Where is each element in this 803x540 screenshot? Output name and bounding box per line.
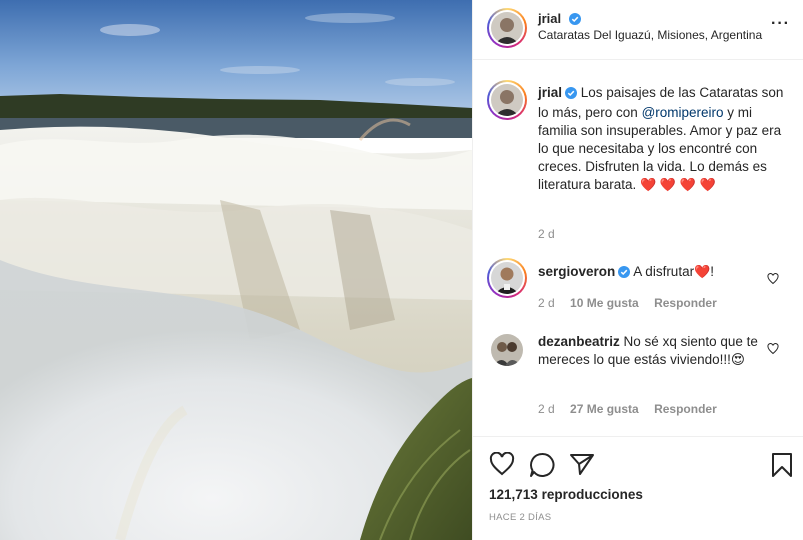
commenter-photo [491,334,523,366]
verified-badge-icon [565,86,578,104]
comment-meta: 2 d 27 Me gusta Responder [538,402,729,416]
comment-text: A disfrutar [633,264,695,279]
paper-plane-icon[interactable] [569,452,595,481]
like-comment-heart-icon[interactable] [767,342,779,360]
comment-likes[interactable]: 27 Me gusta [570,402,639,416]
post-media-video[interactable] [0,0,472,540]
comment-age[interactable]: 2 d [538,296,555,310]
comment-username[interactable]: dezanbeatriz [538,334,620,349]
comment-avatar-sergioveron[interactable] [487,258,527,298]
verified-badge-icon [618,265,631,283]
comment-emoji: 😍 [730,352,745,367]
author-avatar[interactable] [487,8,527,48]
post-timestamp[interactable]: HACE 2 DÍAS [489,512,551,523]
comment-age[interactable]: 2 d [538,402,555,416]
heart-icon[interactable] [489,451,515,481]
caption-meta: 2 d [538,227,567,241]
author-photo [491,12,523,44]
post-side-panel: jrial Cataratas Del Iguazú, Misiones, Ar… [472,0,803,540]
post-caption: jrial Los paisajes de las Cataratas son … [538,84,790,194]
views-label: reproducciones [541,487,643,502]
caption-username[interactable]: jrial [538,85,562,100]
waterfall-image [0,0,472,540]
like-comment-heart-icon[interactable] [767,272,779,290]
post-header: jrial Cataratas Del Iguazú, Misiones, Ar… [473,0,803,60]
caption-author-avatar[interactable] [487,80,527,120]
comment-text-suffix: ! [710,264,715,279]
reply-button[interactable]: Responder [654,296,717,310]
author-username[interactable]: jrial [538,11,561,26]
commenter-photo [491,262,523,294]
comment-bubble-icon[interactable] [529,452,555,483]
comment-dezanbeatriz: dezanbeatriz No sé xq siento que te mere… [538,333,758,369]
comment-meta: 2 d 10 Me gusta Responder [538,296,729,310]
comment-likes[interactable]: 10 Me gusta [570,296,639,310]
caption-author-photo [491,84,523,116]
views-count[interactable]: 121,713 reproducciones [489,487,643,502]
bookmark-icon[interactable] [771,452,793,483]
comment-username[interactable]: sergioveron [538,264,615,279]
views-number: 121,713 [489,487,538,502]
caption-mention-link[interactable]: @romipereiro [642,105,724,120]
caption-age[interactable]: 2 d [538,227,555,241]
post-location[interactable]: Cataratas Del Iguazú, Misiones, Argentin… [538,28,762,42]
caption-hearts-2: ❤️ ❤️ [679,177,716,192]
author-name-row: jrial [538,10,581,30]
reply-button[interactable]: Responder [654,402,717,416]
more-options-icon[interactable]: ··· [771,15,790,33]
comment-heart-emoji: ❤️ [694,264,711,279]
post-actions-bar: 121,713 reproducciones HACE 2 DÍAS [473,436,803,540]
comment-avatar-dezanbeatriz[interactable] [491,334,523,366]
comment-sergioveron: sergioveron A disfrutar❤️! [538,263,758,283]
caption-hearts-1: ❤️ ❤️ [640,177,677,192]
